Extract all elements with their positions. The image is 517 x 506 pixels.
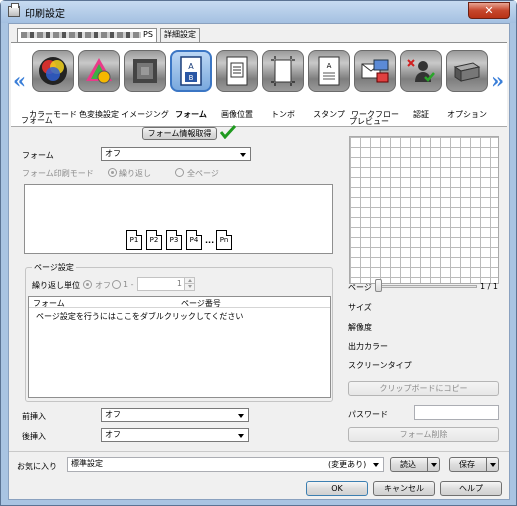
page-settings-list[interactable]: フォーム ページ番号 ページ設定を行うにはここをダブルクリックしてください xyxy=(28,296,331,398)
form-select-value: オフ xyxy=(105,149,121,158)
page-icon: P4 xyxy=(186,230,202,250)
password-label: パスワード xyxy=(348,410,388,419)
repeat-off-radio[interactable] xyxy=(83,280,92,289)
favorites-status: (変更あり) xyxy=(328,460,367,469)
stamp-icon: A xyxy=(308,50,350,92)
form-icon: AB xyxy=(170,50,212,92)
save-dropdown-arrow[interactable] xyxy=(486,458,498,471)
front-insert-value: オフ xyxy=(105,410,121,419)
tab-detail-settings[interactable]: 詳細設定 xyxy=(160,28,200,42)
page-indicator: 1 / 1 xyxy=(480,282,498,291)
delete-form-button[interactable]: フォーム削除 xyxy=(348,427,499,442)
svg-text:A: A xyxy=(188,62,194,71)
chevron-down-icon xyxy=(373,463,379,467)
repeat-unit-label: 繰り返し単位 xyxy=(32,281,80,290)
form-print-mode-label: フォーム印刷モード xyxy=(22,169,94,178)
page-icon: P3 xyxy=(166,230,182,250)
favorites-select[interactable]: 標準設定 (変更あり) xyxy=(67,457,384,472)
image-position-icon xyxy=(216,50,258,92)
mode-all-pages-radio[interactable] xyxy=(175,168,184,177)
title-bar[interactable]: 印刷設定 ✕ xyxy=(1,1,516,23)
tab-printer-suffix: PS xyxy=(143,30,153,39)
printer-icon xyxy=(8,3,20,17)
ok-button[interactable]: OK xyxy=(306,481,368,496)
form-label: フォーム xyxy=(22,151,54,160)
help-button[interactable]: ヘルプ xyxy=(440,481,502,496)
close-button[interactable]: ✕ xyxy=(468,2,510,19)
form-mode-preview-box: P1 P2 P3 P4 ... Pn xyxy=(24,184,333,254)
column-header-page-number[interactable]: ページ番号 xyxy=(181,298,221,309)
repeat-off-label: オフ xyxy=(95,281,111,290)
preview-title: プレビュー xyxy=(349,117,389,126)
repeat-range-stepper[interactable]: 1 xyxy=(137,277,195,291)
chevron-down-icon xyxy=(238,434,244,438)
authentication-icon xyxy=(400,50,442,92)
password-field[interactable] xyxy=(414,405,499,420)
repeat-range-label: 1 - xyxy=(123,280,134,289)
page-label: ページ xyxy=(348,283,372,292)
page-icon: P1 xyxy=(126,230,142,250)
form-section-title: フォーム xyxy=(21,116,53,125)
imaging-icon xyxy=(124,50,166,92)
toolbar-next-arrow[interactable]: » xyxy=(491,70,504,91)
cancel-button[interactable]: キャンセル xyxy=(373,481,435,496)
back-insert-value: オフ xyxy=(105,430,121,439)
page-icon: P2 xyxy=(146,230,162,250)
repeat-range-radio[interactable] xyxy=(112,280,121,289)
save-button-label: 保存 xyxy=(459,460,475,469)
page-settings-title: ページ設定 xyxy=(32,262,76,273)
workflow-icon xyxy=(354,50,396,92)
copy-to-clipboard-button[interactable]: クリップボードにコピー xyxy=(348,381,499,396)
front-insert-label: 前挿入 xyxy=(22,412,46,421)
dialog-client-area: PS 詳細設定 « » カラーモード 色変換設定 イメージング A B フォーム… xyxy=(8,23,510,500)
tab-printer-basic[interactable]: PS xyxy=(17,28,157,43)
color-conversion-icon xyxy=(78,50,120,92)
mode-repeat-radio[interactable] xyxy=(108,168,117,177)
option-icon xyxy=(446,50,488,92)
load-button-label: 読込 xyxy=(400,460,416,469)
front-insert-select[interactable]: オフ xyxy=(101,408,249,422)
page-slider-thumb[interactable] xyxy=(375,279,382,292)
load-button[interactable]: 読込 xyxy=(390,457,440,472)
svg-text:A: A xyxy=(327,62,332,70)
back-insert-label: 後挿入 xyxy=(22,432,46,441)
form-select[interactable]: オフ xyxy=(101,147,251,161)
column-header-form[interactable]: フォーム xyxy=(33,298,65,309)
color-mode-icon xyxy=(32,50,74,92)
preview-grid xyxy=(349,136,499,284)
page-ellipsis: ... xyxy=(205,236,215,245)
chevron-down-icon xyxy=(238,414,244,418)
screen-type-label: スクリーンタイプ xyxy=(348,361,412,370)
toolbar-prev-arrow[interactable]: « xyxy=(13,70,26,91)
favorites-label: お気に入り xyxy=(17,462,57,471)
mode-repeat-label: 繰り返し xyxy=(119,169,151,178)
window-title: 印刷設定 xyxy=(25,9,65,20)
page-slider-track[interactable] xyxy=(379,285,477,288)
svg-text:B: B xyxy=(189,74,194,82)
page-icon: Pn xyxy=(216,230,232,250)
list-header: フォーム ページ番号 xyxy=(29,297,330,308)
size-label: サイズ xyxy=(348,303,372,312)
stepper-down-button[interactable] xyxy=(184,284,194,290)
footer-divider xyxy=(9,451,509,452)
function-toolbar: « » カラーモード 色変換設定 イメージング A B フォーム 画像位置 トン… xyxy=(11,42,507,126)
tool-option[interactable]: オプション xyxy=(444,48,490,122)
check-icon xyxy=(220,125,236,139)
printer-name-redacted xyxy=(21,31,141,38)
resolution-label: 解像度 xyxy=(348,323,372,332)
output-color-label: 出力カラー xyxy=(348,342,388,351)
mode-all-pages-label: 全ページ xyxy=(187,169,219,178)
get-form-info-button[interactable]: フォーム情報取得 xyxy=(142,127,217,140)
back-insert-select[interactable]: オフ xyxy=(101,428,249,442)
stepper-value: 1 xyxy=(176,279,182,288)
load-dropdown-arrow[interactable] xyxy=(427,458,439,471)
save-button[interactable]: 保存 xyxy=(449,457,499,472)
print-settings-window: 印刷設定 ✕ PS 詳細設定 « » カラーモード 色変換設定 イメージング A… xyxy=(0,0,517,506)
crop-marks-icon xyxy=(262,50,304,92)
list-placeholder: ページ設定を行うにはここをダブルクリックしてください xyxy=(36,312,244,321)
favorites-value: 標準設定 xyxy=(71,459,103,468)
chevron-down-icon xyxy=(240,153,246,157)
